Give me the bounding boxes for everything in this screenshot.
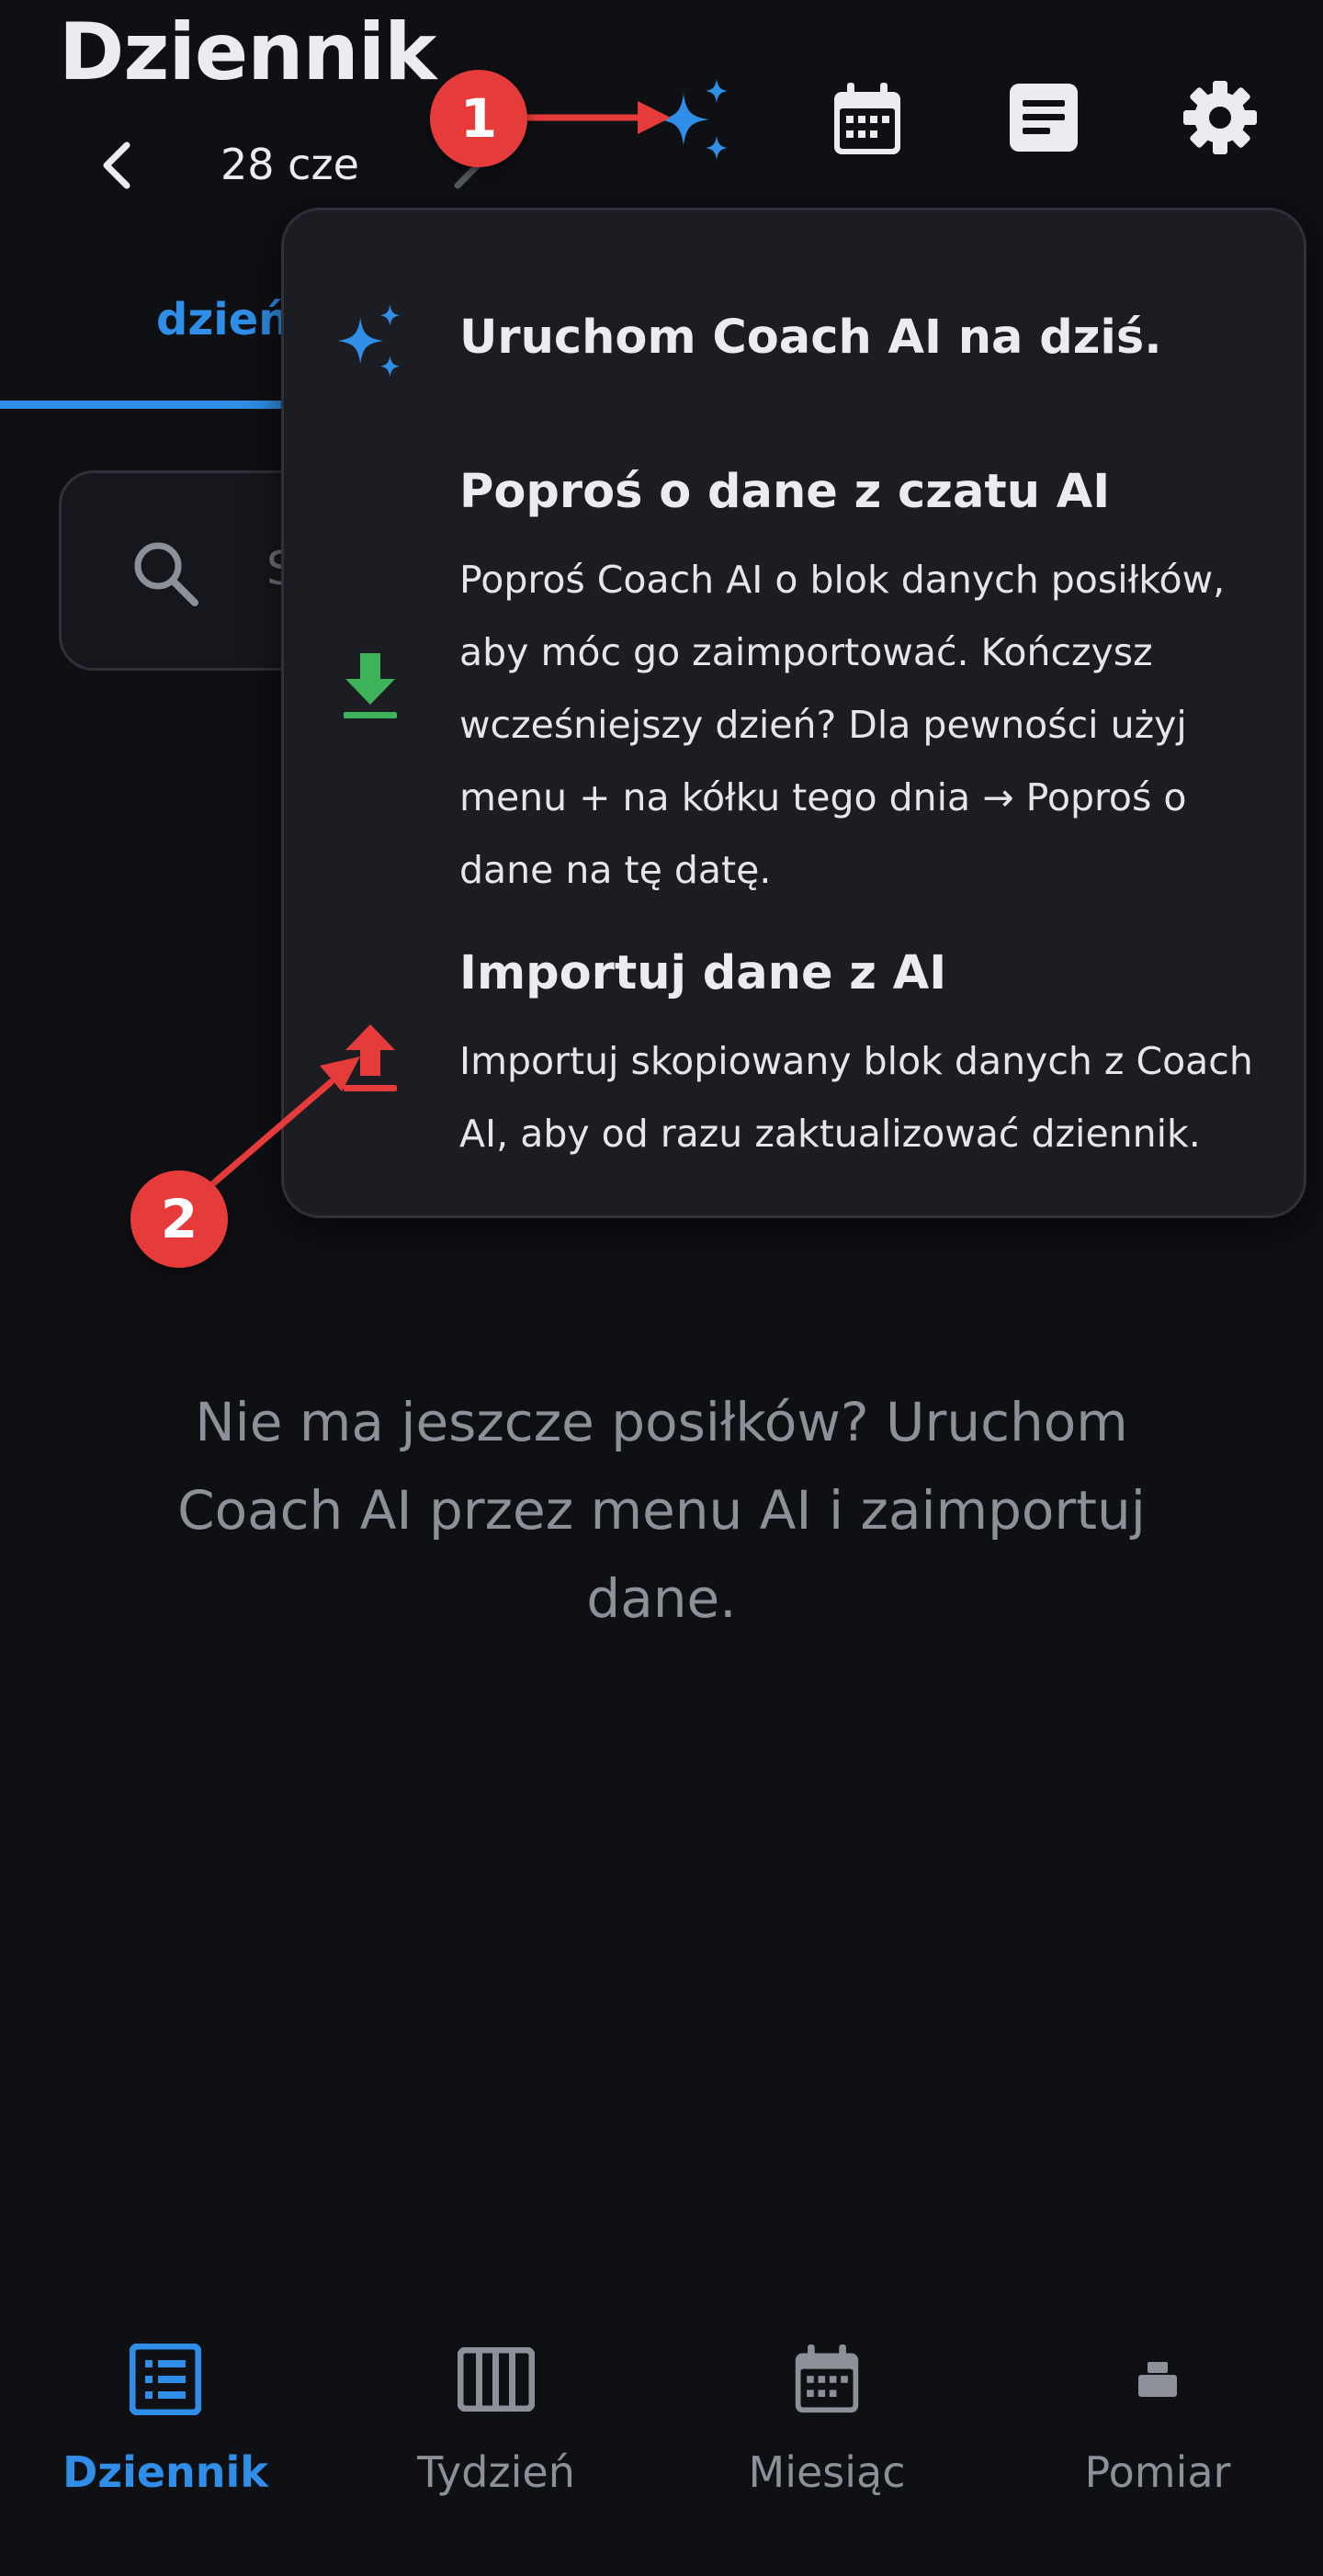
nav-item-miesiac[interactable]: Miesiąc: [689, 2333, 965, 2497]
journal-list-icon: [119, 2333, 211, 2425]
nav-label: Tydzień: [417, 2447, 575, 2497]
annotation-badge-2: 2: [130, 1170, 228, 1268]
nav-item-pomiar[interactable]: Pomiar: [1020, 2333, 1295, 2497]
nav-label: Dziennik: [62, 2447, 268, 2497]
annotation-arrows: [208, 101, 671, 1189]
nav-label: Pomiar: [1084, 2447, 1231, 2497]
nav-label: Miesiąc: [748, 2447, 906, 2497]
month-calendar-icon: [781, 2333, 873, 2425]
week-columns-icon: [450, 2333, 542, 2425]
nav-item-tydzien[interactable]: Tydzień: [358, 2333, 634, 2497]
nav-item-dziennik[interactable]: Dziennik: [28, 2333, 303, 2497]
scale-icon: [1112, 2333, 1204, 2425]
annotation-badge-1: 1: [430, 70, 527, 167]
